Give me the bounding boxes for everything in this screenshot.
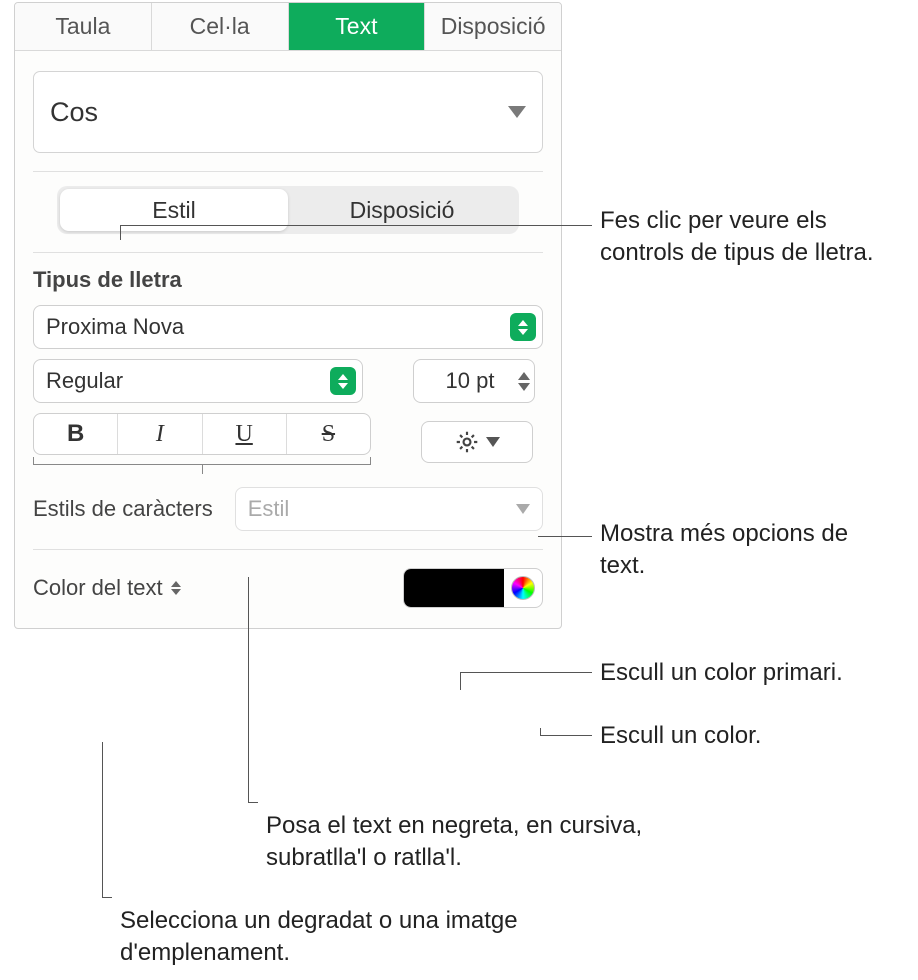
- font-size-stepper[interactable]: 10 pt: [413, 359, 535, 403]
- panel-body: Cos Estil Disposició Tipus de lletra Pro…: [15, 51, 561, 628]
- strikethrough-button[interactable]: S: [287, 414, 370, 454]
- callout-pick-color: Escull un color.: [600, 720, 900, 752]
- callout-line: [460, 672, 461, 690]
- tab-text[interactable]: Text: [289, 3, 426, 50]
- chevron-down-icon: [508, 106, 526, 118]
- callout-font-controls: Fes clic per veure els controls de tipus…: [600, 205, 900, 270]
- chevron-down-icon: [516, 504, 530, 514]
- stepper-arrows: [518, 372, 530, 391]
- callout-line: [102, 897, 112, 898]
- font-section-label: Tipus de lletra: [33, 267, 543, 293]
- callout-line: [120, 225, 121, 240]
- font-family-popup[interactable]: Proxima Nova: [33, 305, 543, 349]
- format-panel: Taula Cel·la Text Disposició Cos Estil D…: [14, 2, 562, 629]
- callout-biug: Posa el text en negreta, en cursiva, sub…: [266, 810, 736, 875]
- divider: [33, 171, 543, 172]
- tab-cella[interactable]: Cel·la: [152, 3, 289, 50]
- callout-line: [248, 577, 249, 802]
- text-style-group: B I U S: [33, 413, 371, 455]
- callout-line: [120, 225, 592, 226]
- stepper-up-icon[interactable]: [518, 372, 530, 380]
- callout-line: [248, 802, 258, 803]
- tab-disposicio[interactable]: Disposició: [425, 3, 561, 50]
- gear-icon: [454, 429, 480, 455]
- callout-primary-color: Escull un color primari.: [600, 657, 910, 689]
- callout-line: [538, 536, 592, 537]
- paragraph-style-label: Cos: [50, 97, 98, 128]
- color-controls: [403, 568, 543, 608]
- character-style-placeholder: Estil: [248, 496, 516, 522]
- chevron-down-icon: [486, 437, 500, 447]
- callout-line: [102, 742, 103, 897]
- character-style-popup[interactable]: Estil: [235, 487, 543, 531]
- stepper-down-icon[interactable]: [518, 383, 530, 391]
- callout-line: [540, 735, 592, 736]
- callout-more-options: Mostra més opcions de text.: [600, 518, 900, 583]
- tab-taula[interactable]: Taula: [15, 3, 152, 50]
- character-styles-label: Estils de caràcters: [33, 496, 213, 522]
- font-size-value: 10 pt: [426, 368, 514, 394]
- color-wheel-icon: [511, 576, 535, 600]
- callout-line: [460, 672, 592, 673]
- italic-button[interactable]: I: [118, 414, 202, 454]
- color-swatch-button[interactable]: [404, 569, 504, 607]
- font-weight-value: Regular: [46, 368, 330, 394]
- underline-button[interactable]: U: [203, 414, 287, 454]
- color-wheel-button[interactable]: [504, 569, 542, 607]
- more-options-button[interactable]: [421, 421, 533, 463]
- text-color-popup[interactable]: Color del text: [33, 575, 181, 601]
- popup-indicator-icon: [330, 367, 356, 395]
- subtab-segmented: Estil Disposició: [57, 186, 519, 234]
- popup-indicator-icon: [510, 313, 536, 341]
- bold-button[interactable]: B: [34, 414, 118, 454]
- font-weight-popup[interactable]: Regular: [33, 359, 363, 403]
- font-family-value: Proxima Nova: [46, 314, 510, 340]
- divider: [33, 252, 543, 253]
- callout-line: [540, 728, 541, 736]
- text-color-label: Color del text: [33, 575, 163, 601]
- bracket-decoration: [33, 457, 371, 465]
- top-tabs: Taula Cel·la Text Disposició: [15, 3, 561, 51]
- popup-indicator-icon: [171, 581, 181, 595]
- paragraph-style-popup[interactable]: Cos: [33, 71, 543, 153]
- callout-gradient: Selecciona un degradat o una imatge d'em…: [120, 905, 560, 970]
